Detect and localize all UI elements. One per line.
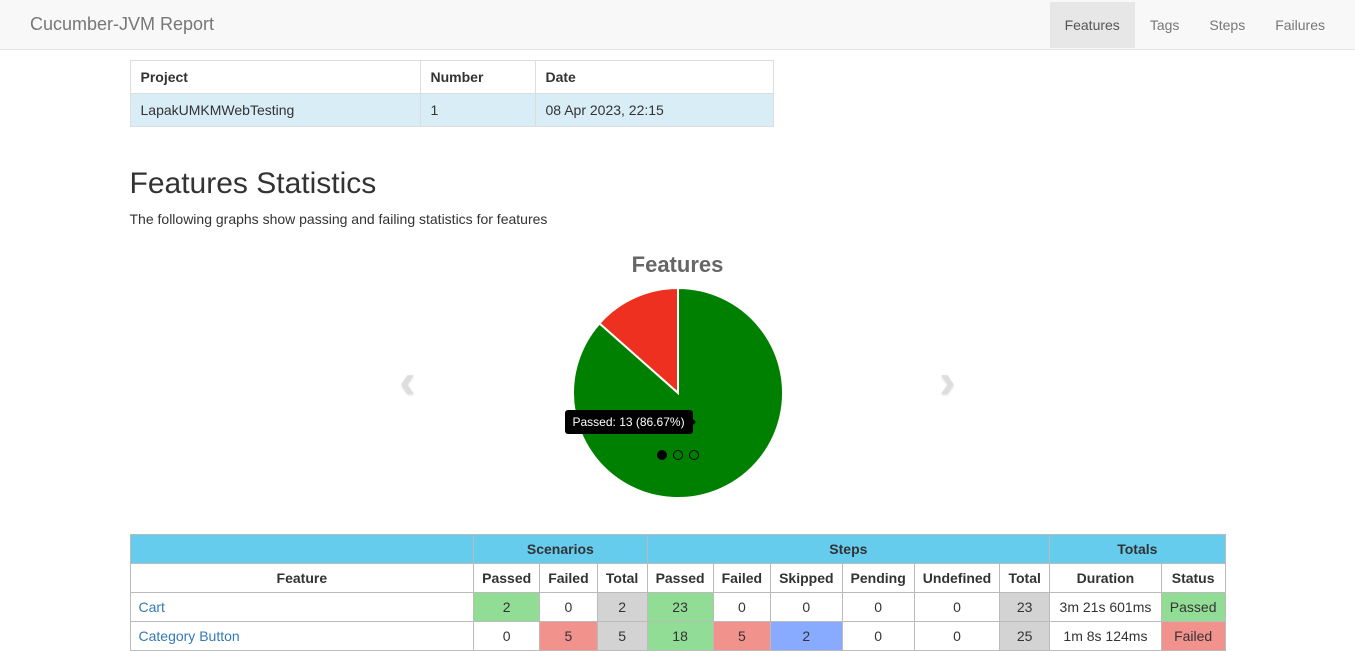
brand-link[interactable]: Cucumber-JVM Report (15, 0, 229, 50)
project-row: LapakUMKMWebTesting 1 08 Apr 2023, 22:15 (130, 94, 773, 127)
cell-scen-total: 5 (597, 622, 647, 651)
cell-step-failed: 0 (713, 593, 770, 622)
cell-scen-total: 2 (597, 593, 647, 622)
nav-tags[interactable]: Tags (1135, 2, 1195, 48)
cell-step-undef: 0 (914, 622, 999, 651)
h-scen-passed: Passed (474, 564, 540, 593)
cell-duration: 1m 8s 124ms (1050, 622, 1162, 651)
group-totals: Totals (1050, 535, 1225, 564)
cell-step-passed: 18 (647, 622, 713, 651)
nav-steps[interactable]: Steps (1194, 2, 1260, 48)
project-name-cell: LapakUMKMWebTesting (130, 94, 420, 127)
table-row: Category Button 0 5 5 18 5 2 0 0 25 1m 8… (130, 622, 1225, 651)
indicator-1[interactable] (673, 450, 683, 460)
feature-link[interactable]: Category Button (139, 628, 240, 644)
h-step-passed: Passed (647, 564, 713, 593)
cell-status: Failed (1161, 622, 1225, 651)
nav-list: Features Tags Steps Failures (1050, 2, 1340, 48)
feature-link[interactable]: Cart (139, 599, 165, 615)
h-step-undef: Undefined (914, 564, 999, 593)
project-info-table: Project Number Date LapakUMKMWebTesting … (130, 60, 774, 127)
nav-failures[interactable]: Failures (1260, 2, 1340, 48)
cell-step-passed: 23 (647, 593, 713, 622)
group-scenarios: Scenarios (474, 535, 647, 564)
main-container: Project Number Date LapakUMKMWebTesting … (130, 50, 1226, 651)
chart-tooltip: Passed: 13 (86.67%) (565, 410, 693, 434)
cell-step-skipped: 0 (771, 593, 842, 622)
carousel-indicators (657, 450, 699, 460)
chart-title: Features (130, 252, 1226, 278)
pie-svg (568, 283, 788, 503)
project-number-cell: 1 (420, 94, 535, 127)
h-step-pending: Pending (842, 564, 914, 593)
stats-title: Features Statistics (130, 167, 1226, 201)
pie-chart (568, 283, 788, 506)
project-date-cell: 08 Apr 2023, 22:15 (535, 94, 773, 127)
cell-step-pending: 0 (842, 593, 914, 622)
cell-status: Passed (1161, 593, 1225, 622)
cell-step-pending: 0 (842, 622, 914, 651)
indicator-0[interactable] (657, 450, 667, 460)
h-scen-total: Total (597, 564, 647, 593)
cell-step-total: 25 (1000, 622, 1050, 651)
indicator-2[interactable] (689, 450, 699, 460)
cell-step-skipped: 2 (771, 622, 842, 651)
cell-duration: 3m 21s 601ms (1050, 593, 1162, 622)
group-steps: Steps (647, 535, 1050, 564)
col-project-header: Project (130, 61, 420, 94)
carousel-next-icon[interactable]: › (940, 355, 956, 410)
cell-step-failed: 5 (713, 622, 770, 651)
navbar: Cucumber-JVM Report Features Tags Steps … (0, 0, 1355, 50)
chart-carousel: Features Passed: 13 (86.67%) ‹ › (130, 252, 1226, 512)
col-date-header: Date (535, 61, 773, 94)
nav-features[interactable]: Features (1050, 2, 1135, 48)
h-scen-failed: Failed (540, 564, 597, 593)
cell-scen-failed: 0 (540, 593, 597, 622)
h-status: Status (1161, 564, 1225, 593)
h-feature: Feature (130, 564, 474, 593)
h-step-failed: Failed (713, 564, 770, 593)
cell-step-total: 23 (1000, 593, 1050, 622)
table-row: Cart 2 0 2 23 0 0 0 0 23 3m 21s 601ms Pa… (130, 593, 1225, 622)
carousel-prev-icon[interactable]: ‹ (400, 355, 416, 410)
h-step-total: Total (1000, 564, 1050, 593)
cell-scen-passed: 2 (474, 593, 540, 622)
h-duration: Duration (1050, 564, 1162, 593)
col-number-header: Number (420, 61, 535, 94)
results-table: Scenarios Steps Totals Feature Passed Fa… (130, 534, 1226, 651)
h-step-skipped: Skipped (771, 564, 842, 593)
group-feature-empty (130, 535, 474, 564)
cell-scen-passed: 0 (474, 622, 540, 651)
cell-step-undef: 0 (914, 593, 999, 622)
cell-scen-failed: 5 (540, 622, 597, 651)
stats-subtitle: The following graphs show passing and fa… (130, 211, 1226, 227)
